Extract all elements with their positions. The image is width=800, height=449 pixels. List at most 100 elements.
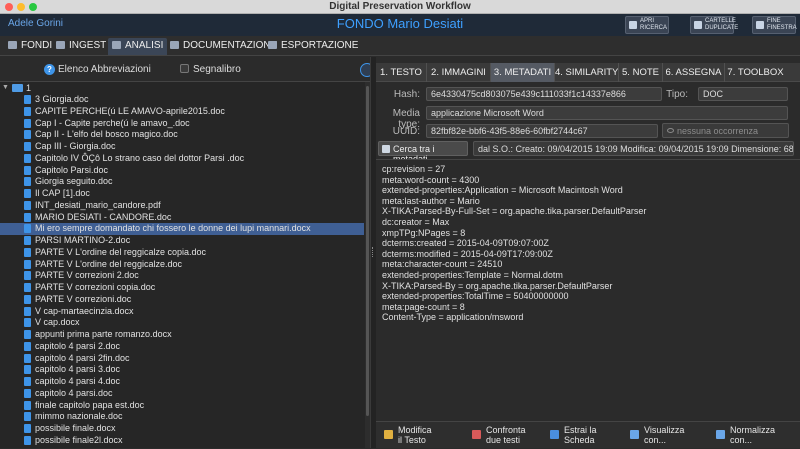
document-icon bbox=[24, 424, 31, 433]
file-list-item[interactable]: Il CAP [1].doc bbox=[0, 188, 364, 200]
abbreviations-button[interactable]: ? Elenco Abbreviazioni bbox=[44, 64, 151, 78]
user-name[interactable]: Adele Gorini bbox=[8, 18, 63, 29]
metadata-line: xmpTPg:NPages = 8 bbox=[382, 227, 466, 238]
document-icon bbox=[24, 388, 31, 398]
file-list-item[interactable]: V cap-martaecinzia.docx bbox=[0, 306, 364, 318]
menu-esportazione[interactable]: ESPORTAZIONE bbox=[264, 38, 362, 55]
file-list-item[interactable]: Cap II - L'elfo del bosco magico.doc bbox=[0, 129, 364, 141]
tree-root-folder[interactable]: ▼ 1 bbox=[0, 83, 370, 94]
metadata-line: X-TIKA:Parsed-By = org.apache.tika.parse… bbox=[382, 280, 613, 291]
file-list-item[interactable]: PARTE V correzioni 2.doc bbox=[0, 270, 364, 282]
open-search-button[interactable]: APRI RICERCA bbox=[625, 16, 669, 34]
file-name: CAPITE PERCHE(ú LE AMAVO-aprile2015.doc bbox=[35, 105, 225, 116]
occurrence-button[interactable]: nessuna occorrenza bbox=[662, 123, 789, 138]
uuid-field[interactable]: 82fbf82e-bbf6-43f5-88e6-60fbf2744c67 bbox=[426, 124, 658, 138]
tree-scrollbar-thumb[interactable] bbox=[366, 86, 369, 416]
extract-button[interactable]: Estrai la Scheda bbox=[546, 425, 597, 449]
menu-analisi[interactable]: ANALISI bbox=[108, 38, 168, 55]
open-search-label-2: RICERCA bbox=[640, 25, 668, 31]
file-name: finale capitolo papa est.doc bbox=[35, 399, 145, 410]
os-file-info: dal S.O.: Creato: 09/04/2015 19:09 Modif… bbox=[473, 141, 794, 156]
file-list-item[interactable]: Mi ero sempre domandato chi fossero le d… bbox=[0, 223, 364, 236]
file-list-item[interactable]: Cap III - Giorgia.doc bbox=[0, 141, 364, 153]
tab-metadati[interactable]: 3. METADATI bbox=[490, 63, 554, 82]
tab-toolbox[interactable]: 7. TOOLBOX bbox=[724, 63, 786, 82]
file-name: Cap III - Giorgia.doc bbox=[35, 141, 116, 151]
header-bar: Adele Gorini FONDO Mario Desiati APRI RIC… bbox=[0, 14, 800, 36]
file-list-item[interactable]: capitolo 4 parsi 2fin.doc bbox=[0, 353, 364, 365]
document-icon bbox=[24, 118, 31, 128]
bookmark-checkbox[interactable] bbox=[180, 64, 189, 73]
file-list-item[interactable]: V cap.docx bbox=[0, 317, 364, 329]
tipo-label: Tipo: bbox=[666, 89, 688, 100]
file-tree[interactable]: ▼ 1 3 Giorgia.doc CAPITE PERCHE(ú LE AMAV… bbox=[0, 81, 370, 448]
document-icon bbox=[24, 130, 31, 140]
search-metadata-button[interactable]: Cerca tra i metadati bbox=[378, 141, 468, 164]
fondo-title: FONDO Mario Desiati bbox=[336, 16, 464, 31]
file-list-item[interactable]: Capitolo Parsi.doc bbox=[0, 165, 364, 177]
tab-note[interactable]: 5. NOTE bbox=[618, 63, 662, 82]
pencil-button[interactable]: Modifica il Testo bbox=[380, 425, 432, 449]
tab-similarity[interactable]: 4. SIMILARITY bbox=[554, 63, 618, 82]
document-icon bbox=[24, 306, 31, 316]
file-list-item[interactable]: Giorgia seguito.doc bbox=[0, 176, 364, 188]
metadata-list[interactable]: cp:revision = 27 meta:word-count = 4300 ex… bbox=[376, 159, 800, 421]
menu-fondi[interactable]: FONDI bbox=[4, 38, 56, 55]
file-name: PARTE V L'ordine del reggicalze.doc bbox=[35, 258, 182, 269]
splitter-handle[interactable] bbox=[372, 247, 375, 257]
file-list-item[interactable]: capitolo 4 parsi 4.doc bbox=[0, 376, 364, 388]
file-list-item[interactable]: PARTE V L'ordine del reggicalze.doc bbox=[0, 259, 364, 271]
file-list-item[interactable]: mimmo nazionale.doc bbox=[0, 411, 364, 423]
file-list-item[interactable]: 3 Giorgia.doc bbox=[0, 94, 364, 106]
expand-arrow-icon[interactable]: ▼ bbox=[2, 84, 9, 91]
menu-ingest[interactable]: INGEST bbox=[52, 38, 110, 55]
detail-panel: 1. TESTO 2. IMMAGINI 3. METADATI 4. SIMI… bbox=[376, 57, 800, 448]
bookmark-toggle[interactable]: Segnalibro bbox=[180, 64, 241, 75]
document-icon bbox=[24, 283, 31, 292]
documentation-icon bbox=[170, 41, 179, 49]
menu-ingest-label: INGEST bbox=[69, 40, 107, 51]
action-label-line1: Visualizza bbox=[644, 425, 685, 435]
file-name: PARSI MARTINO-2.doc bbox=[35, 235, 131, 245]
folder-icon bbox=[12, 84, 23, 92]
file-list-item[interactable]: Capitolo IV ÔÇô Lo strano caso del dotto… bbox=[0, 153, 364, 165]
normalize-button[interactable]: Normalizza con... bbox=[712, 425, 775, 449]
document-icon bbox=[24, 400, 31, 410]
tab-testo[interactable]: 1. TESTO bbox=[376, 63, 426, 82]
file-list-item[interactable]: capitolo 4 parsi.doc bbox=[0, 388, 364, 400]
tab-assegna[interactable]: 6. ASSEGNA bbox=[662, 63, 724, 82]
tipo-field[interactable]: DOC bbox=[698, 87, 788, 101]
metadata-line: extended-properties:Application = Micros… bbox=[382, 185, 623, 196]
file-list-item[interactable]: INT_desiati_mario_candore.pdf bbox=[0, 200, 364, 212]
hash-field[interactable]: 6e4330475cd803075e439c111033f1c14337e866 bbox=[426, 87, 662, 101]
document-icon bbox=[24, 247, 31, 257]
close-window-action-button[interactable]: FINE FINESTRA bbox=[752, 16, 797, 34]
file-list-item[interactable]: capitolo 4 parsi 3.doc bbox=[0, 364, 364, 376]
file-list-item[interactable]: PARTE V correzioni copia.doc bbox=[0, 282, 364, 294]
tab-immagini[interactable]: 2. IMMAGINI bbox=[426, 63, 490, 82]
duplicate-folders-button[interactable]: CARTELLE DUPLICATE bbox=[690, 16, 738, 34]
media-type-field[interactable]: applicazione Microsoft Word bbox=[426, 106, 788, 120]
view-icon bbox=[630, 430, 639, 439]
document-icon bbox=[24, 200, 31, 210]
file-list-item[interactable]: MARIO DESIATI - CANDORE.doc bbox=[0, 212, 364, 224]
abbreviations-label: Elenco Abbreviazioni bbox=[58, 64, 151, 75]
file-list-item[interactable]: PARTE V L'ordine del reggicalze copia.do… bbox=[0, 247, 364, 259]
metadata-line: dcterms:modified = 2015-04-09T17:09:00Z bbox=[382, 248, 553, 259]
exit-icon bbox=[756, 21, 764, 29]
file-list-item[interactable]: possibile finale2l.docx bbox=[0, 435, 364, 447]
compare-button[interactable]: Confronta due testi bbox=[468, 425, 526, 449]
file-list-item[interactable]: possibile finale.docx bbox=[0, 423, 364, 435]
file-list-item[interactable]: CAPITE PERCHE(ú LE AMAVO-aprile2015.doc bbox=[0, 106, 364, 118]
file-list-item[interactable]: PARSI MARTINO-2.doc bbox=[0, 235, 364, 247]
action-label-line2: con... bbox=[644, 435, 667, 445]
action-label-line2: con... bbox=[730, 435, 753, 445]
view-button[interactable]: Visualizza con... bbox=[626, 425, 684, 449]
bookmark-label: Segnalibro bbox=[193, 64, 241, 75]
file-list-item[interactable]: Cap I - Capite perche(ú le amavo_.doc bbox=[0, 118, 364, 130]
file-list-item[interactable]: PARTE V correzioni.doc bbox=[0, 294, 364, 306]
folder-icon bbox=[694, 21, 702, 29]
file-list-item[interactable]: capitolo 4 parsi 2.doc bbox=[0, 341, 364, 353]
file-list-item[interactable]: finale capitolo papa est.doc bbox=[0, 400, 364, 412]
file-list-item[interactable]: appunti prima parte romanzo.docx bbox=[0, 329, 364, 341]
